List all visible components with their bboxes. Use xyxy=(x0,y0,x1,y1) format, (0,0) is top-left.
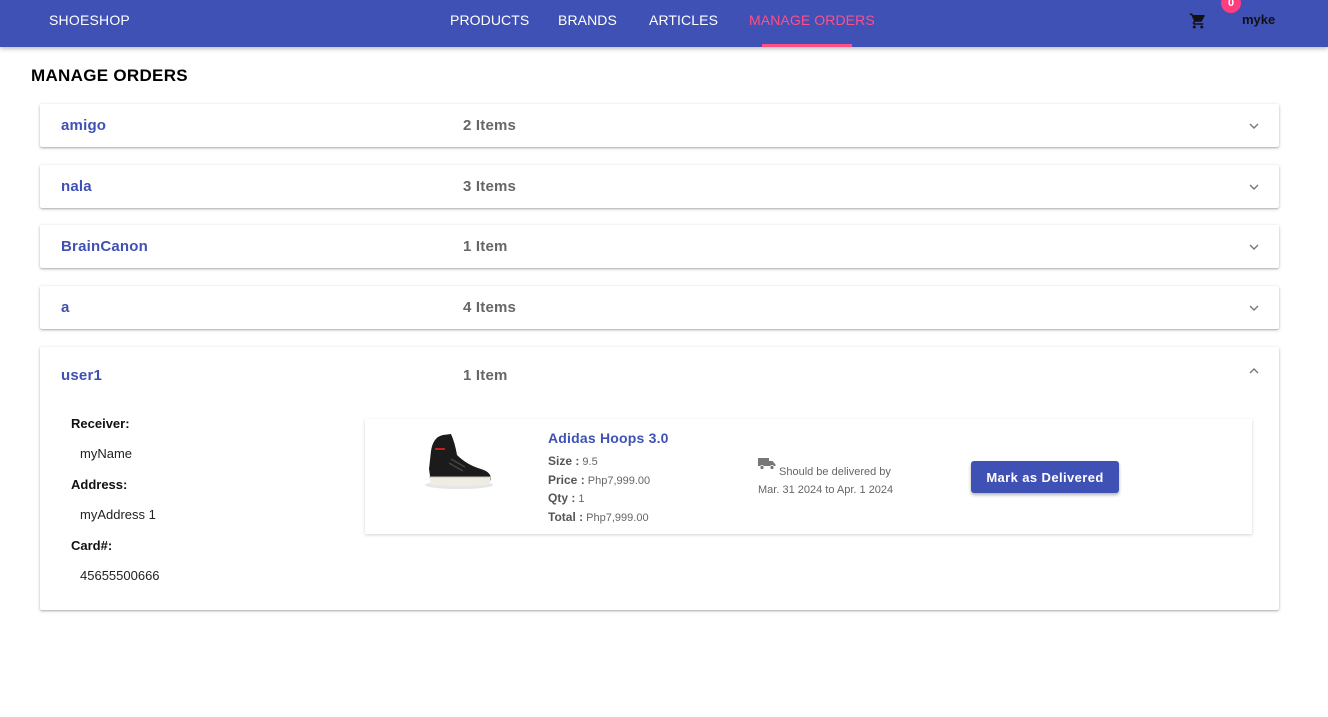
item-count: 4 Items xyxy=(463,299,517,316)
truck-icon xyxy=(758,458,776,470)
price-row: Price : Php7,999.00 xyxy=(548,473,650,487)
customer-name: nala xyxy=(61,178,92,195)
card-label: Card#: xyxy=(71,538,113,553)
receiver-value: myName xyxy=(80,446,133,461)
address-value: myAddress 1 xyxy=(80,507,156,522)
total-row: Total : Php7,999.00 xyxy=(548,510,649,524)
card-value: 45655500666 xyxy=(80,568,160,583)
order-panel: nala 3 Items xyxy=(40,165,1279,208)
item-count: 2 Items xyxy=(463,117,517,134)
nav-products[interactable]: PRODUCTS xyxy=(450,12,529,28)
item-count: 3 Items xyxy=(463,178,517,195)
mark-as-delivered-button[interactable]: Mark as Delivered xyxy=(971,461,1119,493)
chevron-down-icon[interactable] xyxy=(1247,121,1261,131)
customer-name: user1 xyxy=(61,367,103,384)
customer-name: BrainCanon xyxy=(61,238,149,255)
size-row: Size : 9.5 xyxy=(548,454,598,468)
active-nav-indicator xyxy=(762,44,852,47)
chevron-down-icon[interactable] xyxy=(1247,182,1261,192)
price-value: Php7,999.00 xyxy=(587,475,651,487)
top-app-bar: SHOESHOP PRODUCTS BRANDS ARTICLES MANAGE… xyxy=(0,0,1328,47)
shopping-cart-icon[interactable] xyxy=(1189,12,1207,30)
order-panel: a 4 Items xyxy=(40,286,1279,329)
order-panel-header[interactable]: a 4 Items xyxy=(40,286,1279,329)
address-label: Address: xyxy=(71,477,128,492)
chevron-down-icon[interactable] xyxy=(1247,303,1261,313)
qty-row: Qty : 1 xyxy=(548,491,585,505)
price-label: Price : xyxy=(548,473,585,487)
size-label: Size : xyxy=(548,454,580,468)
customer-name: a xyxy=(61,299,70,316)
page-title: MANAGE ORDERS xyxy=(31,66,188,85)
brand-logo-link[interactable]: SHOESHOP xyxy=(49,12,130,28)
order-panel: BrainCanon 1 Item xyxy=(40,225,1279,268)
total-value: Php7,999.00 xyxy=(586,512,649,524)
user-menu[interactable]: myke xyxy=(1242,12,1275,27)
delivery-note: Should be delivered by xyxy=(779,466,891,478)
qty-value: 1 xyxy=(578,493,585,505)
order-panel-expanded: user1 1 Item Receiver: myName Address: m… xyxy=(40,347,1279,610)
item-count: 1 Item xyxy=(463,238,508,255)
nav-manage-orders[interactable]: MANAGE ORDERS xyxy=(749,12,875,28)
cart-count-badge: 0 xyxy=(1221,0,1241,13)
customer-name: amigo xyxy=(61,117,107,134)
total-label: Total : xyxy=(548,510,584,524)
size-value: 9.5 xyxy=(582,456,598,468)
order-panel-header[interactable]: BrainCanon 1 Item xyxy=(40,225,1279,268)
chevron-down-icon[interactable] xyxy=(1247,242,1261,252)
order-item-card: Adidas Hoops 3.0 Size : 9.5 Price : Php7… xyxy=(365,419,1252,534)
order-panel-header[interactable]: user1 1 Item xyxy=(40,347,1279,405)
product-name-link[interactable]: Adidas Hoops 3.0 xyxy=(548,430,669,446)
delivery-date-range: Mar. 31 2024 to Apr. 1 2024 xyxy=(758,484,894,496)
qty-label: Qty : xyxy=(548,491,576,505)
order-panel-header[interactable]: amigo 2 Items xyxy=(40,104,1279,147)
chevron-up-icon[interactable] xyxy=(1247,366,1261,376)
receiver-label: Receiver: xyxy=(71,416,130,431)
nav-brands[interactable]: BRANDS xyxy=(558,12,617,28)
order-panel: amigo 2 Items xyxy=(40,104,1279,147)
item-count: 1 Item xyxy=(463,367,508,384)
product-image xyxy=(425,434,493,489)
nav-articles[interactable]: ARTICLES xyxy=(649,12,718,28)
order-panel-header[interactable]: nala 3 Items xyxy=(40,165,1279,208)
